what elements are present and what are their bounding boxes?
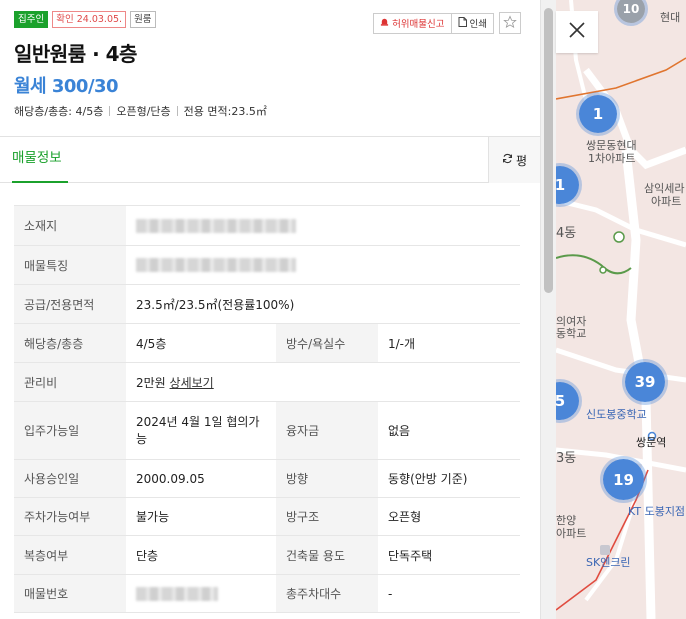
map-label-hyundae: 현대 xyxy=(660,11,681,24)
fee-value: 2만원 상세보기 xyxy=(126,362,520,402)
map-label-sk: SK엔크린 xyxy=(586,556,631,569)
table-row: 관리비 2만원 상세보기 xyxy=(14,362,520,402)
map-cluster-1[interactable]: 1 xyxy=(576,92,620,136)
table-row: 사용승인일 2000.09.05 방향 동향(안방 기준) xyxy=(14,459,520,498)
confirmed-date-badge: 확인 24.03.05. xyxy=(52,11,127,28)
blurred-feature xyxy=(136,258,296,273)
map-label-girlsb: 동학교 xyxy=(556,327,587,340)
divider xyxy=(109,106,111,116)
scrollbar-thumb[interactable] xyxy=(544,8,553,293)
listing-price: 월세 300/30 xyxy=(14,76,119,97)
usage-label: 건축물 용도 xyxy=(276,535,378,575)
star-icon xyxy=(503,14,517,33)
blurred-address xyxy=(136,218,296,233)
map-label-shindo: 신도봉중학교 xyxy=(586,408,647,421)
table-row: 소재지 xyxy=(14,205,520,246)
table-row: 복층여부 단층 건축물 용도 단독주택 xyxy=(14,535,520,575)
report-button[interactable]: 허위매물신고 xyxy=(374,14,450,33)
listing-detail-panel: 집주인 확인 24.03.05. 원룸 허위매물신고 인쇄 일반원룸 · 4층 … xyxy=(0,0,540,619)
fee-detail-link[interactable]: 상세보기 xyxy=(170,376,214,390)
table-row: 주차가능여부 불가능 방구조 오픈형 xyxy=(14,497,520,536)
map-view[interactable]: 현대 쌍문동현대 1차아파트 삼익세라 아파트 4동 의여자 동학교 신도봉중학… xyxy=(556,0,686,619)
map-label-dong4: 4동 xyxy=(556,226,577,241)
structure-value: 오픈형 xyxy=(378,497,520,536)
area-label: 공급/전용면적 xyxy=(14,284,126,324)
listing-title: 일반원룸 · 4층 xyxy=(14,42,137,66)
table-row: 입주가능일 2024년 4월 1일 협의가능 융자금 없음 xyxy=(14,401,520,460)
table-row: 해당층/총층 4/5층 방수/욕실수 1/-개 xyxy=(14,323,520,363)
area-value: 23.5㎡/23.5㎡(전용률100%) xyxy=(126,284,520,324)
listing-info-table: 소재지 매물특징 공급/전용면적 23.5㎡/23.5㎡(전용률100%) 해당… xyxy=(14,205,520,613)
table-row: 매물번호 총주차대수 - xyxy=(14,574,520,613)
feature-value xyxy=(126,245,520,285)
total-parking-label: 총주차대수 xyxy=(276,574,378,613)
map-cluster-39[interactable]: 39 xyxy=(622,359,668,405)
structure-label: 방구조 xyxy=(276,497,378,536)
map-label-hanyangb: 아파트 xyxy=(556,527,587,540)
floor-value: 4/5층 xyxy=(126,323,276,363)
summary-area: 전용 면적:23.5㎡ xyxy=(183,105,267,118)
table-row: 공급/전용면적 23.5㎡/23.5㎡(전용률100%) xyxy=(14,284,520,324)
print-label: 인쇄 xyxy=(469,19,487,30)
map-label-station: 쌍문역 xyxy=(636,436,667,449)
tab-listing-info[interactable]: 매물정보 xyxy=(12,137,68,183)
fee-label: 관리비 xyxy=(14,362,126,402)
print-button[interactable]: 인쇄 xyxy=(450,13,493,33)
movein-value: 2024년 4월 1일 협의가능 xyxy=(126,401,276,460)
pyeong-toggle-button[interactable]: 평 xyxy=(488,137,540,183)
blurred-number xyxy=(136,586,218,601)
badge-group: 집주인 확인 24.03.05. 원룸 xyxy=(14,11,156,28)
map-label-dong3: 3동 xyxy=(556,451,577,466)
fee-amount: 2만원 xyxy=(136,375,166,390)
refresh-icon xyxy=(502,153,513,167)
approval-label: 사용승인일 xyxy=(14,459,126,498)
parking-value: 불가능 xyxy=(126,497,276,536)
movein-label: 입주가능일 xyxy=(14,401,126,460)
map-label-kt: KT 도봉지점 xyxy=(628,505,686,518)
total-parking-value: - xyxy=(378,574,520,613)
map-label-apt1: 쌍문동현대 xyxy=(586,139,637,152)
number-label: 매물번호 xyxy=(14,574,126,613)
parking-label: 주차가능여부 xyxy=(14,497,126,536)
top-actions: 허위매물신고 인쇄 xyxy=(373,12,521,34)
room-type-badge: 원룸 xyxy=(130,11,156,28)
divider xyxy=(176,106,178,116)
loan-value: 없음 xyxy=(378,401,520,460)
usage-value: 단독주택 xyxy=(378,535,520,575)
siren-icon xyxy=(380,17,389,29)
summary-floor: 해당층/총층: 4/5층 xyxy=(14,105,104,118)
close-icon xyxy=(568,21,586,43)
rooms-label: 방수/욕실수 xyxy=(276,323,378,363)
feature-label: 매물특징 xyxy=(14,245,126,285)
loan-label: 융자금 xyxy=(276,401,378,460)
summary-structure: 오픈형/단층 xyxy=(116,105,171,118)
duplex-label: 복층여부 xyxy=(14,535,126,575)
rooms-value: 1/-개 xyxy=(378,323,520,363)
address-label: 소재지 xyxy=(14,205,126,246)
owner-badge: 집주인 xyxy=(14,11,49,28)
map-label-hanyang: 한양 xyxy=(556,514,577,527)
pyeong-label: 평 xyxy=(515,153,528,168)
report-label: 허위매물신고 xyxy=(392,19,445,30)
tab-bar: 매물정보 평 xyxy=(0,136,540,183)
direction-label: 방향 xyxy=(276,459,378,498)
direction-value: 동향(안방 기준) xyxy=(378,459,520,498)
duplex-value: 단층 xyxy=(126,535,276,575)
listing-summary: 해당층/총층: 4/5층 오픈형/단층 전용 면적:23.5㎡ xyxy=(14,103,267,119)
map-label-apt1b: 1차아파트 xyxy=(588,152,636,165)
approval-value: 2000.09.05 xyxy=(126,459,276,498)
panel-scrollbar[interactable] xyxy=(540,0,556,619)
table-row: 매물특징 xyxy=(14,245,520,285)
action-box: 허위매물신고 인쇄 xyxy=(373,12,494,34)
document-icon xyxy=(458,16,467,30)
number-value xyxy=(126,574,276,613)
map-cluster-19[interactable]: 19 xyxy=(600,456,647,503)
close-button[interactable] xyxy=(556,11,598,53)
map-label-samikb: 아파트 xyxy=(651,195,682,208)
floor-label: 해당층/총층 xyxy=(14,323,126,363)
map-label-samik: 삼익세라 xyxy=(644,182,685,195)
address-value xyxy=(126,205,520,246)
favorite-button[interactable] xyxy=(499,12,521,34)
